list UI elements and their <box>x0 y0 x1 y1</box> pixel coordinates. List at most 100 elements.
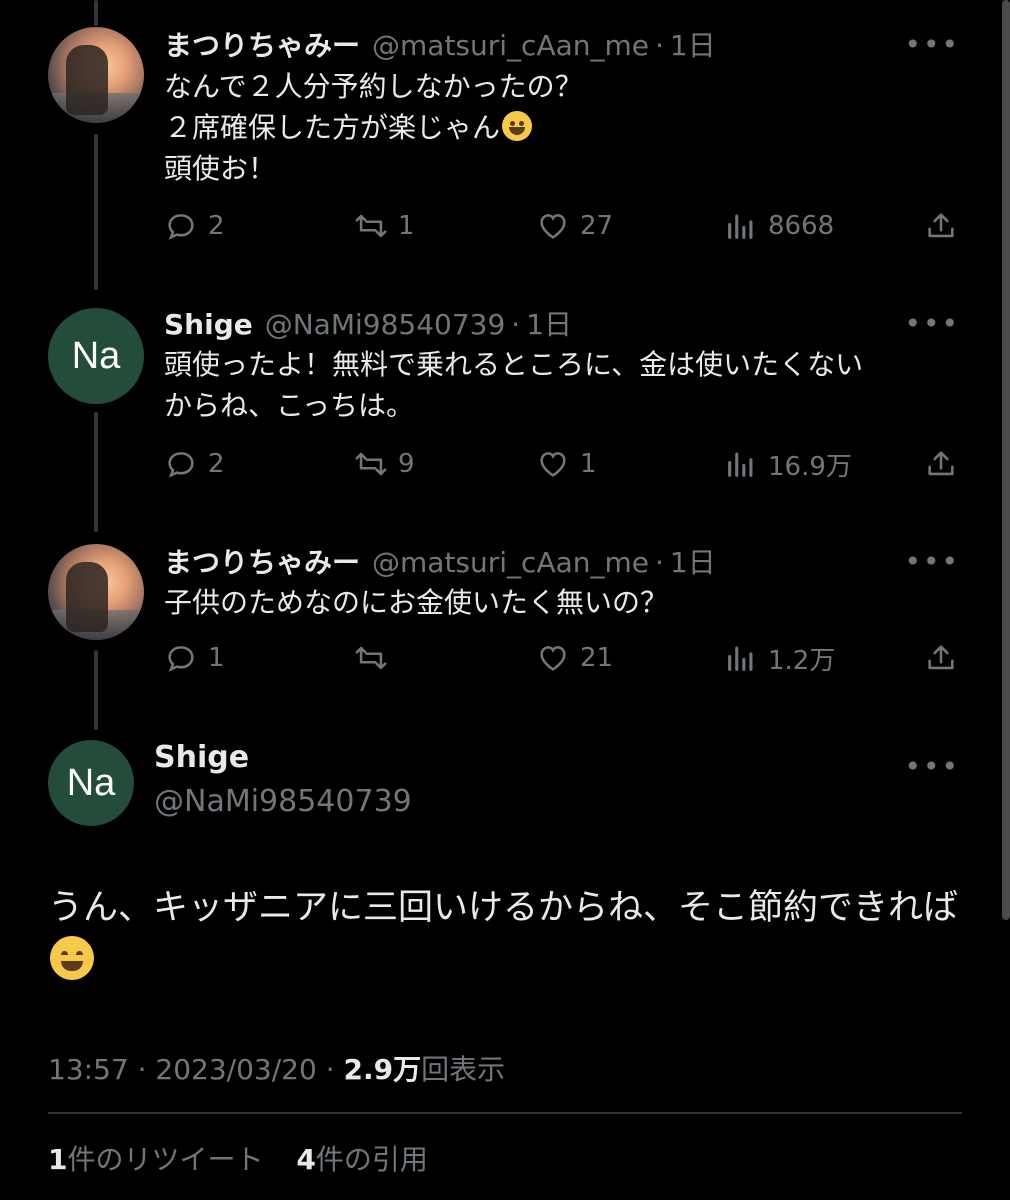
thread-line <box>94 134 98 290</box>
tweet-text-line: なんで２人分予約しなかったの？ <box>164 70 583 103</box>
display-name[interactable]: まつりちゃみー <box>164 541 360 581</box>
retweets-link[interactable]: 1件のリツイート <box>48 1143 264 1176</box>
rolling-laughing-emoji-icon <box>502 111 533 141</box>
tweet-text-line: 頭使ったよ！無料で乗れるところに、金は使いたくない <box>164 348 864 381</box>
tweet-header: Shige @NaMi98540739 · 1日 <box>164 303 572 343</box>
share-button[interactable] <box>924 638 968 678</box>
handle[interactable]: @NaMi98540739 <box>154 784 412 819</box>
quote-label: 件の引用 <box>315 1143 428 1176</box>
retweet-icon <box>355 214 387 238</box>
display-name[interactable]: Shige <box>164 308 253 341</box>
like-button[interactable]: 1 <box>536 444 597 484</box>
tweet-text-line: からね、こっちは。 <box>164 389 415 422</box>
tweet-text: 頭使ったよ！無料で乗れるところに、金は使いたくない からね、こっちは。 <box>164 344 954 426</box>
timestamp[interactable]: 1日 <box>526 303 572 343</box>
display-name[interactable]: Shige <box>154 740 249 775</box>
action-bar: 2 1 27 8668 <box>164 206 964 246</box>
action-bar: 1 21 1.2万 <box>164 638 964 678</box>
avatar[interactable] <box>48 544 144 640</box>
retweet-button[interactable] <box>354 638 398 678</box>
reply-button[interactable]: 1 <box>164 638 225 678</box>
views-button[interactable]: 8668 <box>724 206 834 246</box>
timestamp[interactable]: 1日 <box>670 541 716 581</box>
views-chart-icon <box>728 214 753 239</box>
more-icon[interactable]: ••• <box>904 750 960 783</box>
reply-count: 1 <box>208 643 225 673</box>
quote-total: 4 <box>296 1143 316 1176</box>
share-icon <box>928 645 954 670</box>
share-button[interactable] <box>924 444 968 484</box>
heart-icon <box>540 452 566 477</box>
handle[interactable]: @matsuri_cAan_me <box>372 29 649 62</box>
retweet-button[interactable]: 1 <box>354 206 415 246</box>
engagement-stats: 1件のリツイート 4件の引用 <box>48 1138 428 1178</box>
view-count: 8668 <box>768 211 835 241</box>
tweet-text-line: 子供のためなのにお金使いたく無いの？ <box>164 586 669 619</box>
tweet-text-line: うん、キッザニアに三回いけるからね、そこ節約できれば <box>48 888 959 928</box>
timestamp[interactable]: 1日 <box>670 24 716 64</box>
quotes-link[interactable]: 4件の引用 <box>296 1143 428 1176</box>
divider <box>48 1112 962 1114</box>
avatar-initials: Na <box>71 334 121 377</box>
retweet-count: 1 <box>398 211 415 241</box>
tweet-timestamp[interactable]: 13:57 · 2023/03/20 · 2.9万回表示 <box>48 1048 505 1088</box>
heart-icon <box>540 214 566 239</box>
view-count: 1.2万 <box>768 645 836 676</box>
share-icon <box>928 451 954 476</box>
retweet-total: 1 <box>48 1143 68 1176</box>
action-bar: 2 9 1 16.9万 <box>164 444 964 484</box>
separator: · <box>655 546 664 579</box>
tweet-text: なんで２人分予約しなかったの？ ２席確保した方が楽じゃん 頭使お！ <box>164 66 954 189</box>
reply-icon <box>168 452 194 478</box>
views-label: 回表示 <box>421 1053 506 1086</box>
handle[interactable]: @NaMi98540739 <box>265 308 506 341</box>
avatar-initials: Na <box>66 761 116 804</box>
avatar[interactable] <box>48 27 144 123</box>
display-name[interactable]: まつりちゃみー <box>164 24 360 64</box>
like-count: 1 <box>580 449 597 479</box>
retweet-label: 件のリツイート <box>67 1143 264 1176</box>
reply-icon <box>168 214 194 240</box>
retweet-icon <box>355 646 387 670</box>
thread-line <box>94 0 98 26</box>
like-count: 27 <box>580 211 614 241</box>
reply-count: 2 <box>208 211 225 241</box>
tweet-text: 子供のためなのにお金使いたく無いの？ <box>164 582 954 623</box>
like-button[interactable]: 21 <box>536 638 613 678</box>
tweet-header: まつりちゃみー @matsuri_cAan_me · 1日 <box>164 24 716 64</box>
retweet-button[interactable]: 9 <box>354 444 415 484</box>
more-icon[interactable]: ••• <box>904 307 960 340</box>
tweet-text: うん、キッザニアに三回いけるからね、そこ節約できれば <box>48 880 978 993</box>
views-chart-icon <box>728 646 753 671</box>
thread-line <box>94 650 98 730</box>
smiling-face-emoji-icon <box>50 936 94 980</box>
tweet-header: まつりちゃみー @matsuri_cAan_me · 1日 <box>164 541 716 581</box>
separator: · <box>137 1053 147 1086</box>
more-icon[interactable]: ••• <box>904 545 960 578</box>
thread-line <box>94 412 98 532</box>
reply-button[interactable]: 2 <box>164 206 225 246</box>
like-button[interactable]: 27 <box>536 206 613 246</box>
separator: · <box>325 1053 335 1086</box>
reply-count: 2 <box>208 449 225 479</box>
handle[interactable]: @matsuri_cAan_me <box>372 546 649 579</box>
more-icon[interactable]: ••• <box>904 28 960 61</box>
retweet-count: 9 <box>398 449 415 479</box>
reply-button[interactable]: 2 <box>164 444 225 484</box>
views-button[interactable]: 1.2万 <box>724 638 835 678</box>
heart-icon <box>540 646 566 671</box>
retweet-icon <box>355 452 387 476</box>
views-chart-icon <box>728 452 753 477</box>
separator: · <box>655 29 664 62</box>
share-button[interactable] <box>924 206 968 246</box>
views-count: 2.9万 <box>343 1053 422 1086</box>
avatar[interactable]: Na <box>48 308 144 404</box>
like-count: 21 <box>580 643 614 673</box>
views-button[interactable]: 16.9万 <box>724 444 852 484</box>
tweet-text-line: ２席確保した方が楽じゃん <box>164 111 501 144</box>
reply-icon <box>168 646 194 672</box>
separator: · <box>511 308 521 341</box>
scrollbar[interactable] <box>1002 0 1010 920</box>
view-count: 16.9万 <box>768 451 852 482</box>
avatar[interactable]: Na <box>48 740 134 826</box>
